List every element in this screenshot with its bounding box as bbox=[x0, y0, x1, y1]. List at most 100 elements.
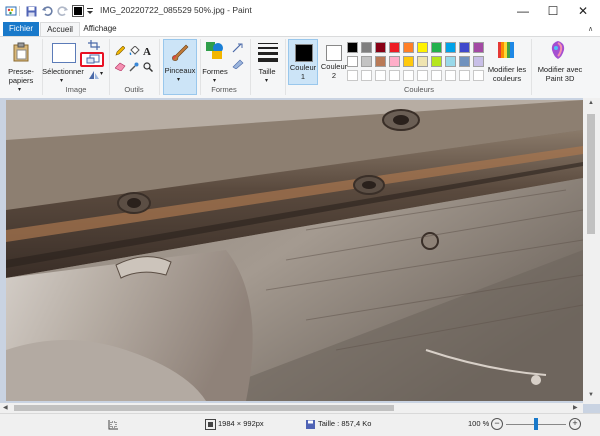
palette-swatch-empty[interactable] bbox=[403, 70, 414, 81]
palette-swatch[interactable] bbox=[431, 42, 442, 53]
tab-view[interactable]: Affichage bbox=[80, 22, 120, 36]
chevron-down-icon[interactable]: ▾ bbox=[18, 86, 21, 93]
edit-colors-label[interactable]: Modifier les couleurs bbox=[485, 65, 529, 83]
zoom-in-button[interactable]: + bbox=[569, 418, 581, 430]
file-size: Taille : 857,4 Ko bbox=[318, 419, 372, 428]
chevron-down-icon[interactable]: ▾ bbox=[60, 77, 63, 84]
size-icon[interactable] bbox=[258, 43, 278, 62]
color2-button[interactable]: Couleur 2 bbox=[320, 39, 348, 85]
group-label-tools: Outils bbox=[124, 85, 144, 94]
brushes-label: Pinceaux bbox=[164, 66, 196, 75]
palette-swatch[interactable] bbox=[375, 56, 386, 67]
chevron-down-icon[interactable]: ▾ bbox=[213, 77, 216, 84]
color1-swatch bbox=[295, 44, 313, 62]
palette-swatch[interactable] bbox=[389, 42, 400, 53]
eraser-icon[interactable] bbox=[114, 62, 126, 73]
palette-swatch[interactable] bbox=[347, 42, 358, 53]
cursor-position-icon bbox=[108, 419, 120, 432]
paint3d-label[interactable]: Modifier avec Paint 3D bbox=[534, 65, 586, 83]
tab-file[interactable]: Fichier bbox=[3, 22, 39, 36]
chevron-down-icon[interactable]: ▾ bbox=[265, 77, 268, 84]
scroll-down-icon[interactable]: ▼ bbox=[588, 392, 594, 398]
fill-icon[interactable] bbox=[129, 45, 140, 58]
palette-swatch[interactable] bbox=[473, 42, 484, 53]
palette-swatch-empty[interactable] bbox=[459, 70, 470, 81]
text-icon[interactable]: A bbox=[143, 46, 153, 58]
horizontal-scrollbar[interactable]: ◀ ▶ bbox=[0, 403, 583, 413]
palette-swatch[interactable] bbox=[361, 56, 372, 67]
brushes-button[interactable]: Pinceaux ▾ bbox=[163, 39, 197, 95]
customize-toolbar-icon[interactable] bbox=[85, 4, 95, 18]
horizontal-scroll-thumb[interactable] bbox=[14, 405, 394, 411]
shapes-icon[interactable] bbox=[205, 41, 225, 63]
palette-swatch-empty[interactable] bbox=[431, 70, 442, 81]
palette-swatch[interactable] bbox=[417, 42, 428, 53]
scroll-left-icon[interactable]: ◀ bbox=[3, 404, 8, 411]
paste-label[interactable]: Presse-papiers bbox=[4, 67, 38, 85]
vertical-scroll-thumb[interactable] bbox=[587, 114, 595, 234]
palette-swatch-empty[interactable] bbox=[417, 70, 428, 81]
title-bar: IMG_20220722_085529 50%.jpg - Paint — ☐ … bbox=[0, 0, 600, 22]
magnifier-icon[interactable] bbox=[143, 62, 154, 74]
palette-swatch[interactable] bbox=[403, 56, 414, 67]
paint3d-icon[interactable] bbox=[549, 40, 567, 62]
palette-swatch[interactable] bbox=[445, 56, 456, 67]
palette-swatch[interactable] bbox=[431, 56, 442, 67]
palette-swatch[interactable] bbox=[459, 42, 470, 53]
group-label-shapes: Formes bbox=[211, 85, 237, 94]
select-label[interactable]: Sélectionner bbox=[42, 67, 84, 76]
tab-home[interactable]: Accueil bbox=[40, 22, 80, 36]
palette-swatch-empty[interactable] bbox=[361, 70, 372, 81]
select-icon[interactable] bbox=[52, 43, 76, 63]
palette-swatch-empty[interactable] bbox=[473, 70, 484, 81]
scroll-up-icon[interactable]: ▲ bbox=[588, 100, 594, 106]
ribbon: Presse-papiers ▾ Sélectionner ▾ ▾ Image … bbox=[0, 26, 600, 100]
palette-swatch[interactable] bbox=[375, 42, 386, 53]
redo-icon[interactable] bbox=[56, 4, 70, 18]
edit-colors-icon[interactable] bbox=[497, 41, 515, 61]
vertical-scrollbar[interactable]: ▲ ▼ bbox=[583, 98, 600, 404]
color1-button[interactable]: Couleur 1 bbox=[288, 39, 318, 85]
palette-swatch[interactable] bbox=[389, 56, 400, 67]
palette-swatch[interactable] bbox=[361, 42, 372, 53]
color2-label: Couleur 2 bbox=[320, 62, 348, 80]
palette-swatch[interactable] bbox=[445, 42, 456, 53]
palette-swatch[interactable] bbox=[459, 56, 470, 67]
chevron-down-icon[interactable]: ▾ bbox=[100, 70, 103, 77]
resize-icon-highlight[interactable] bbox=[80, 52, 104, 67]
crop-icon[interactable] bbox=[88, 40, 100, 52]
color-picker-icon[interactable] bbox=[129, 62, 139, 74]
undo-icon[interactable] bbox=[40, 4, 54, 18]
maximize-button[interactable]: ☐ bbox=[538, 0, 568, 22]
color-swatch-icon[interactable] bbox=[71, 4, 85, 18]
palette-swatch-empty[interactable] bbox=[445, 70, 456, 81]
palette-swatch[interactable] bbox=[473, 56, 484, 67]
clipboard-icon[interactable] bbox=[8, 40, 34, 64]
zoom-slider-thumb[interactable] bbox=[534, 418, 538, 430]
color-palette bbox=[347, 42, 491, 82]
divider bbox=[159, 39, 160, 95]
size-label[interactable]: Taille bbox=[252, 67, 282, 76]
palette-swatch-empty[interactable] bbox=[347, 70, 358, 81]
outline-icon[interactable] bbox=[232, 43, 244, 55]
image-dimensions: 1984 × 992px bbox=[218, 419, 264, 428]
collapse-ribbon-icon[interactable]: ∧ bbox=[588, 25, 593, 33]
palette-swatch-empty[interactable] bbox=[375, 70, 386, 81]
save-icon[interactable] bbox=[24, 4, 38, 18]
fill-shape-icon[interactable] bbox=[232, 59, 244, 71]
palette-swatch[interactable] bbox=[403, 42, 414, 53]
palette-swatch[interactable] bbox=[417, 56, 428, 67]
pencil-icon[interactable] bbox=[115, 45, 126, 58]
palette-swatch-empty[interactable] bbox=[389, 70, 400, 81]
close-button[interactable]: ✕ bbox=[568, 0, 598, 22]
workspace bbox=[0, 98, 600, 413]
palette-swatch[interactable] bbox=[347, 56, 358, 67]
ribbon-tabs: Fichier Accueil Affichage bbox=[0, 22, 600, 36]
scroll-right-icon[interactable]: ▶ bbox=[573, 404, 578, 411]
canvas-image[interactable] bbox=[6, 100, 583, 401]
minimize-button[interactable]: — bbox=[508, 0, 538, 22]
divider bbox=[531, 39, 532, 95]
rotate-icon[interactable] bbox=[88, 70, 100, 82]
zoom-out-button[interactable]: − bbox=[491, 418, 503, 430]
shapes-label[interactable]: Formes bbox=[200, 67, 230, 76]
